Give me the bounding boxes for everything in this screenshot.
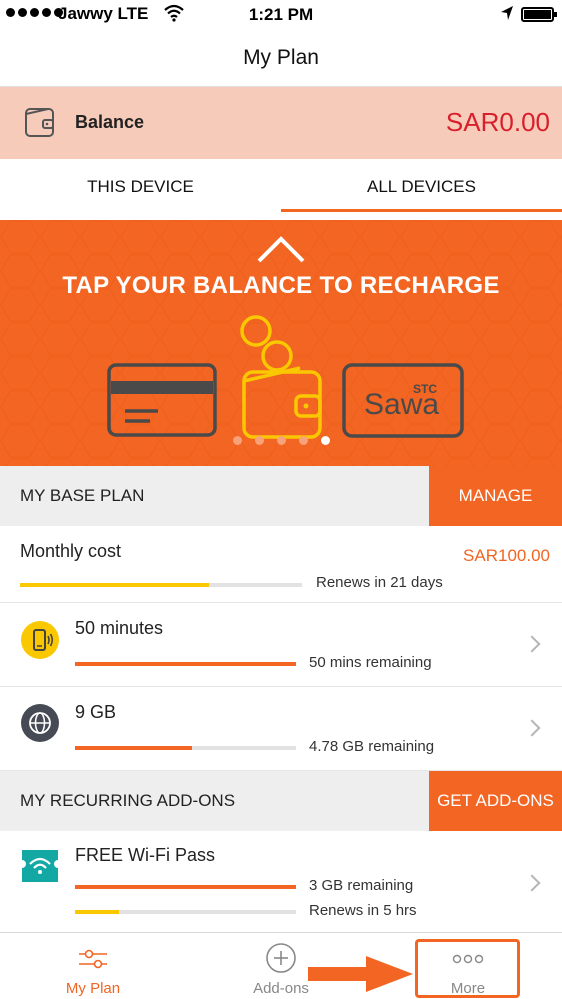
balance-bar[interactable]: Balance SAR0.00: [0, 87, 562, 159]
banner-title: TAP YOUR BALANCE TO RECHARGE: [62, 272, 500, 299]
minutes-progress-fill: [75, 662, 296, 666]
data-progress-bar: [75, 746, 296, 750]
nav-bar: My Plan: [0, 30, 562, 87]
chevron-right-icon: [523, 635, 541, 653]
sliders-icon: [79, 949, 107, 969]
wifi-renew-fill: [75, 910, 120, 914]
balance-amount[interactable]: SAR0.00: [446, 107, 550, 138]
minutes-label: 50 minutes: [75, 618, 164, 638]
wifi-renew-bar: [75, 910, 296, 914]
addons-header: MY RECURRING ADD-ONS GET ADD-ONS: [0, 771, 562, 831]
data-row[interactable]: 9 GB 4.78 GB remaining: [0, 687, 562, 771]
minutes-progress-bar: [75, 662, 296, 666]
minutes-remaining-text: 50 mins remaining: [309, 654, 432, 671]
data-progress-fill: [75, 746, 193, 750]
location-arrow-icon: [500, 5, 514, 26]
wifi-remaining-text: 3 GB remaining: [309, 877, 414, 894]
carousel-dots[interactable]: [233, 436, 330, 445]
carousel-dot[interactable]: [277, 436, 286, 445]
tab-my-plan[interactable]: My Plan: [33, 933, 153, 999]
data-label: 9 GB: [75, 702, 117, 722]
base-plan-header: MY BASE PLAN MANAGE: [0, 466, 562, 526]
monthly-progress-fill: [20, 583, 209, 587]
monthly-cost-amount: SAR100.00: [463, 546, 550, 565]
wifi-renew-text: Renews in 5 hrs: [309, 902, 417, 919]
balance-label: Balance: [75, 112, 145, 132]
wifi-pass-label: FREE Wi-Fi Pass: [75, 845, 216, 865]
tab-this-device[interactable]: THIS DEVICE: [0, 159, 281, 214]
chevron-right-icon: [523, 874, 541, 892]
carousel-dot[interactable]: [233, 436, 242, 445]
carousel-dot[interactable]: [255, 436, 264, 445]
plus-circle-icon: [266, 943, 296, 973]
monthly-progress-bar: [20, 583, 302, 587]
globe-icon: [21, 704, 59, 742]
minutes-row[interactable]: 50 minutes 50 mins remaining: [0, 603, 562, 687]
status-bar: Jawwy LTE 1:21 PM: [0, 0, 562, 30]
base-plan-title: MY BASE PLAN: [20, 486, 145, 505]
addons-title: MY RECURRING ADD-ONS: [20, 791, 236, 810]
battery-icon: [521, 7, 557, 22]
chevron-right-icon: [523, 719, 541, 737]
phone-icon: [21, 621, 59, 659]
monthly-cost-label: Monthly cost: [20, 541, 122, 561]
recharge-banner[interactable]: TAP YOUR BALANCE TO RECHARGE STC Sawa: [0, 220, 562, 466]
status-time: 1:21 PM: [248, 5, 314, 24]
sawa-logo-text: Sawa: [364, 388, 440, 421]
carousel-dot-active[interactable]: [321, 436, 330, 445]
device-tabs: THIS DEVICE ALL DEVICES: [0, 159, 562, 214]
annotation-highlight-box: [415, 939, 520, 998]
wallet-icon: [24, 105, 56, 144]
wifi-progress-fill: [75, 885, 296, 889]
page-title: My Plan: [243, 46, 319, 69]
wifi-pass-row[interactable]: FREE Wi-Fi Pass 3 GB remaining Renews in…: [0, 831, 562, 932]
monthly-cost-row: Monthly cost SAR100.00 Renews in 21 days: [0, 526, 562, 603]
tab-my-plan-label: My Plan: [65, 980, 121, 997]
carousel-dot[interactable]: [299, 436, 308, 445]
monthly-renew-text: Renews in 21 days: [316, 574, 443, 591]
banner-illustration: [0, 220, 562, 466]
get-addons-button[interactable]: GET ADD-ONS: [429, 771, 562, 831]
tab-all-devices[interactable]: ALL DEVICES: [281, 159, 562, 214]
wifi-progress-bar: [75, 885, 296, 889]
annotation-arrow-icon: [308, 956, 413, 992]
wifi-ticket-icon: [20, 848, 60, 884]
manage-button[interactable]: MANAGE: [429, 466, 562, 526]
data-remaining-text: 4.78 GB remaining: [309, 738, 435, 755]
